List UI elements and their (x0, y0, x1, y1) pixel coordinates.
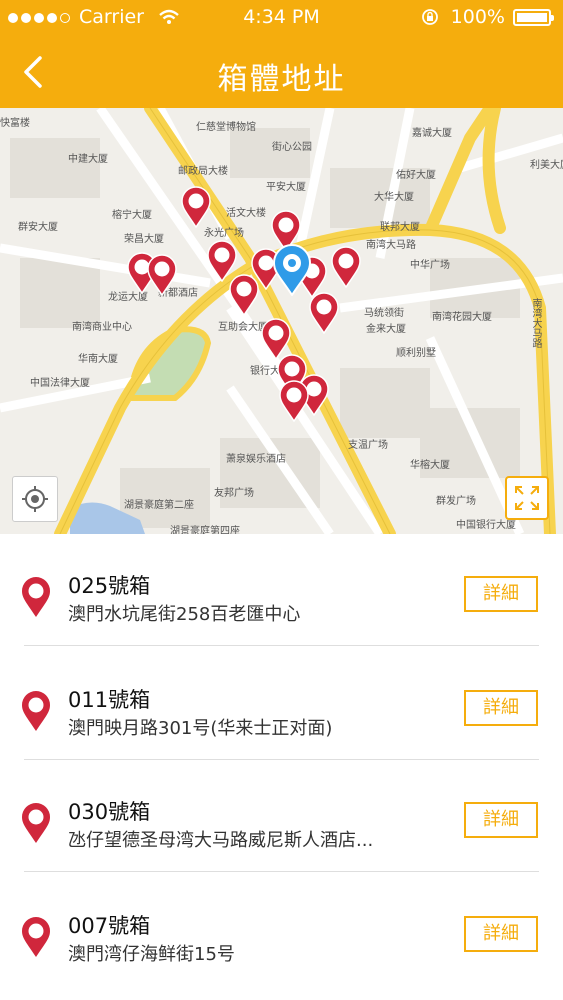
fullscreen-icon (515, 486, 539, 510)
list-item[interactable]: 025號箱 澳門水坑尾街258百老匯中心 詳細 (0, 534, 563, 646)
map-label: 利美大厦 (530, 160, 563, 171)
map-label: 平安大厦 (266, 182, 306, 193)
location-pin-icon (22, 917, 50, 957)
map-label: 荣昌大厦 (124, 234, 164, 245)
map-label: 中华广场 (410, 260, 450, 271)
location-pin-icon (22, 803, 50, 843)
detail-button[interactable]: 詳細 (464, 916, 538, 952)
map-label: 南湾大马路 (530, 298, 541, 348)
map-label: 华南大厦 (78, 354, 118, 365)
map-label: 中国法律大厦 (30, 378, 90, 389)
map-label: 南湾商业中心 (72, 322, 132, 333)
map-label: 中建大厦 (68, 154, 108, 165)
map-label: 活文大楼 (226, 208, 266, 219)
navigation-bar: 箱體地址 (0, 36, 563, 108)
map-label: 萧泉娱乐酒店 (226, 454, 286, 465)
map-label: 南湾大马路 (366, 240, 416, 251)
box-address: 澳門映月路301号(华来士正对面) (68, 718, 333, 739)
box-location-pin[interactable] (278, 380, 310, 423)
map-label: 马统领街 (364, 308, 404, 319)
map-label: 邮政局大楼 (178, 166, 228, 177)
divider (24, 645, 539, 646)
list-item[interactable]: 011號箱 澳門映月路301号(华来士正对面) 詳細 (0, 648, 563, 760)
box-location-pin[interactable] (308, 292, 340, 335)
map-label: 大华大厦 (374, 192, 414, 203)
list-item[interactable]: 030號箱 氹仔望德圣母湾大马路威尼斯人酒店... 詳細 (0, 760, 563, 872)
map-label: 榕宁大厦 (112, 210, 152, 221)
page-title: 箱體地址 (217, 62, 346, 97)
box-location-pin[interactable] (180, 186, 212, 229)
box-address: 澳門湾仔海鲜街15号 (68, 944, 235, 965)
map-label: 联邦大厦 (380, 222, 420, 233)
orientation-lock-icon (421, 9, 438, 25)
status-right: 100% (421, 6, 554, 28)
map-label: 快富楼 (0, 118, 30, 129)
map-label: 嘉诚大厦 (412, 128, 452, 139)
map-label: 湖景豪庭第四座 (170, 526, 240, 534)
current-location-pin (272, 244, 312, 297)
map-view[interactable]: 快富楼 仁慈堂博物馆 街心公园 嘉诚大厦 中建大厦 邮政局大楼 佑好大厦 利美大… (0, 108, 563, 534)
divider (24, 871, 539, 872)
map-label: 佑好大厦 (396, 170, 436, 181)
map-label: 支温广场 (348, 440, 388, 451)
map-label: 南湾花园大厦 (432, 312, 492, 323)
detail-button[interactable]: 詳細 (464, 802, 538, 838)
map-label: 街心公园 (272, 142, 312, 153)
app-header: Carrier 4:34 PM 100% 箱體地址 (0, 0, 563, 108)
box-name: 025號箱 (68, 574, 151, 598)
map-label: 群发广场 (436, 496, 476, 507)
detail-button[interactable]: 詳細 (464, 690, 538, 726)
box-address: 澳門水坑尾街258百老匯中心 (68, 604, 301, 625)
battery-percent: 100% (450, 6, 505, 28)
location-pin-icon (22, 691, 50, 731)
list-item[interactable]: 007號箱 澳門湾仔海鲜街15号 詳細 (0, 874, 563, 986)
map-label: 顺利别墅 (396, 348, 436, 359)
box-location-pin[interactable] (228, 274, 260, 317)
detail-button[interactable]: 詳細 (464, 576, 538, 612)
map-label: 金来大厦 (366, 324, 406, 335)
box-address: 氹仔望德圣母湾大马路威尼斯人酒店... (68, 830, 374, 851)
box-name: 007號箱 (68, 914, 151, 938)
box-name: 030號箱 (68, 800, 151, 824)
map-label: 群安大厦 (18, 222, 58, 233)
box-location-pin[interactable] (146, 254, 178, 297)
box-name: 011號箱 (68, 688, 151, 712)
battery-icon (513, 8, 554, 26)
crosshair-icon (22, 486, 48, 512)
map-label: 华榕大厦 (410, 460, 450, 471)
map-label: 友邦广场 (214, 488, 254, 499)
fullscreen-button[interactable] (505, 476, 549, 520)
locate-me-button[interactable] (12, 476, 58, 522)
box-location-pin[interactable] (330, 246, 362, 289)
map-label: 湖景豪庭第二座 (124, 500, 194, 511)
map-label: 仁慈堂博物馆 (196, 122, 256, 133)
location-pin-icon (22, 577, 50, 617)
status-bar: Carrier 4:34 PM 100% (0, 0, 563, 36)
